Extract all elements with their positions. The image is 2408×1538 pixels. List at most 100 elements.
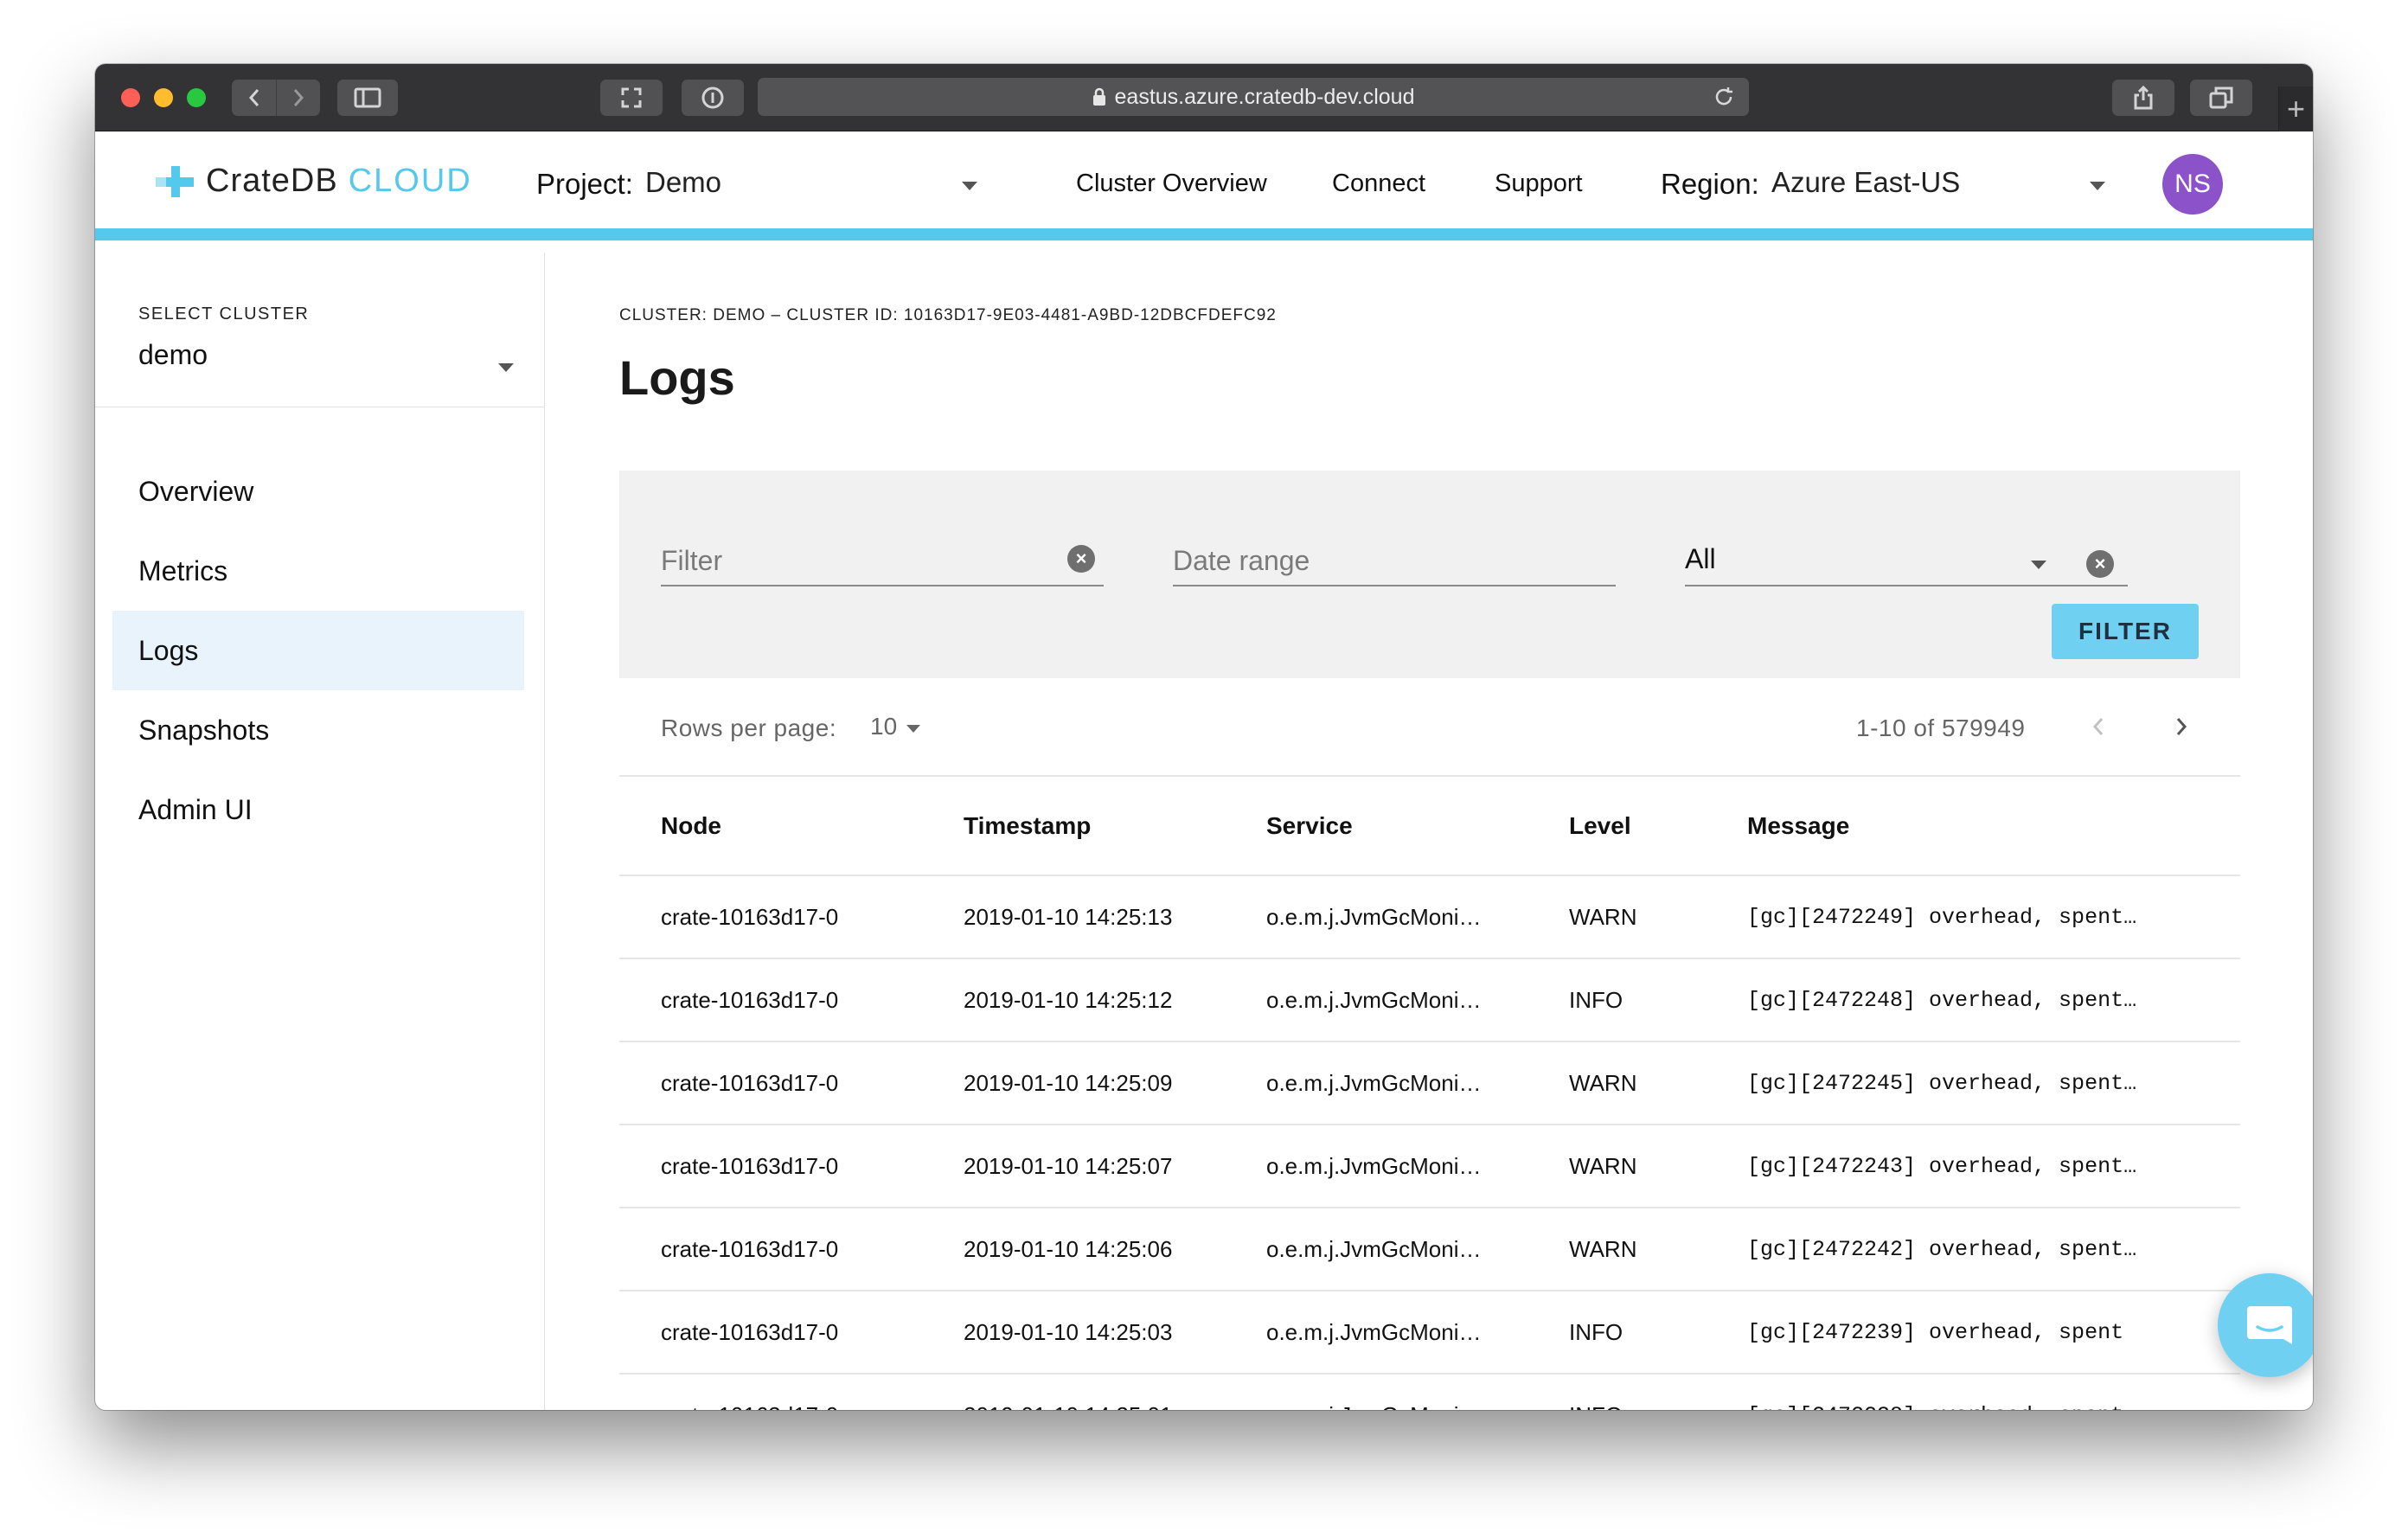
cell-level: WARN xyxy=(1527,875,1744,959)
cell-node: crate-10163d17-0 xyxy=(619,1374,922,1410)
logs-table: Node Timestamp Service Level Message cra… xyxy=(619,777,2240,1410)
app-header: CrateDB CLOUD Project: Demo Cluster Over… xyxy=(95,131,2313,240)
sidebar-item-snapshots[interactable]: Snapshots xyxy=(112,690,524,770)
cell-timestamp: 2019-01-10 14:25:01 xyxy=(922,1374,1225,1410)
forward-button[interactable] xyxy=(276,80,320,116)
close-window-button[interactable] xyxy=(121,88,140,107)
cratedb-logo-icon xyxy=(156,165,194,197)
cell-message: [gc][2472239] overhead, spent xyxy=(1744,1291,2240,1375)
pagination-range: 1-10 of 579949 xyxy=(1856,715,2026,741)
column-header-level[interactable]: Level xyxy=(1527,777,1744,876)
table-row[interactable]: crate-10163d17-0 2019-01-10 14:25:12 o.e… xyxy=(619,958,2240,1042)
previous-page-button[interactable] xyxy=(2081,709,2116,744)
logo-cloud-wordmark: CLOUD xyxy=(348,163,472,199)
project-dropdown-caret-icon[interactable] xyxy=(962,182,977,190)
chat-launcher-button[interactable] xyxy=(2218,1273,2313,1377)
back-button[interactable] xyxy=(232,80,276,116)
cluster-dropdown-caret-icon[interactable] xyxy=(498,363,514,372)
cell-service: o.e.m.j.JvmGcMoni… xyxy=(1225,1041,1527,1125)
cell-service: o.e.m.j.JvmGcMoni… xyxy=(1225,1125,1527,1208)
cell-message: [gc][2472249] overhead, spent… xyxy=(1744,875,2240,959)
table-row[interactable]: crate-10163d17-0 2019-01-10 14:25:01 o.e… xyxy=(619,1374,2240,1410)
date-range-input[interactable]: Date range xyxy=(1173,533,1616,586)
cell-node: crate-10163d17-0 xyxy=(619,875,922,959)
sidebar-item-overview[interactable]: Overview xyxy=(112,452,524,531)
level-dropdown-caret-icon[interactable] xyxy=(2031,561,2046,569)
cluster-select[interactable]: demo xyxy=(138,339,208,371)
column-header-node[interactable]: Node xyxy=(619,777,922,876)
fullscreen-button[interactable] xyxy=(600,80,663,116)
column-header-message[interactable]: Message xyxy=(1744,777,2240,876)
sidebar-toggle-button[interactable] xyxy=(337,80,398,116)
cell-level: WARN xyxy=(1527,1125,1744,1208)
select-cluster-label: SELECT CLUSTER xyxy=(138,304,310,324)
cell-message: [gc][2472238] overhead, spent… xyxy=(1744,1374,2240,1410)
cell-level: WARN xyxy=(1527,1041,1744,1125)
nav-cluster-overview[interactable]: Cluster Overview xyxy=(1076,170,1267,198)
filter-placeholder: Filter xyxy=(661,545,723,576)
clear-level-icon[interactable]: × xyxy=(2086,550,2114,578)
nav-support[interactable]: Support xyxy=(1495,170,1583,198)
clear-filter-icon[interactable]: × xyxy=(1067,545,1095,573)
sidebar-item-admin-ui[interactable]: Admin UI xyxy=(112,770,524,849)
pagination-bar: Rows per page: 10 1-10 of 579949 xyxy=(619,678,2240,777)
table-row[interactable]: crate-10163d17-0 2019-01-10 14:25:03 o.e… xyxy=(619,1291,2240,1375)
filter-panel: Filter × Date range All × FILTER xyxy=(619,471,2240,678)
date-range-placeholder: Date range xyxy=(1173,545,1310,576)
table-row[interactable]: crate-10163d17-0 2019-01-10 14:25:06 o.e… xyxy=(619,1208,2240,1291)
new-tab-plus-icon[interactable]: + xyxy=(2278,87,2313,131)
cell-level: WARN xyxy=(1527,1208,1744,1291)
share-button[interactable] xyxy=(2112,80,2174,116)
cell-node: crate-10163d17-0 xyxy=(619,1041,922,1125)
chat-icon xyxy=(2247,1306,2292,1344)
cell-service: o.e.m.j.JvmGcMoni… xyxy=(1225,875,1527,959)
table-row[interactable]: crate-10163d17-0 2019-01-10 14:25:13 o.e… xyxy=(619,875,2240,959)
cratedb-logo[interactable]: CrateDB CLOUD xyxy=(156,163,472,200)
column-header-timestamp[interactable]: Timestamp xyxy=(922,777,1225,876)
cell-node: crate-10163d17-0 xyxy=(619,1291,922,1375)
chevron-left-icon xyxy=(2092,718,2104,735)
sidebar: SELECT CLUSTER demo Overview Metrics Log… xyxy=(95,253,545,1410)
filter-input[interactable]: Filter × xyxy=(661,533,1104,586)
cell-node: crate-10163d17-0 xyxy=(619,958,922,1042)
password-icon xyxy=(701,87,724,109)
level-select[interactable]: All × xyxy=(1685,533,2128,586)
project-select[interactable]: Demo xyxy=(645,166,721,199)
rows-per-page-select[interactable]: 10 xyxy=(870,713,897,740)
cell-timestamp: 2019-01-10 14:25:09 xyxy=(922,1041,1225,1125)
address-text: eastus.azure.cratedb-dev.cloud xyxy=(1114,84,1415,109)
user-avatar[interactable]: NS xyxy=(2162,154,2223,215)
next-page-button[interactable] xyxy=(2164,709,2199,744)
breadcrumb: CLUSTER: DEMO – CLUSTER ID: 10163D17-9E0… xyxy=(619,306,1277,324)
region-select[interactable]: Azure East-US xyxy=(1771,166,1960,199)
tabs-overview-button[interactable] xyxy=(2190,80,2252,116)
minimize-window-button[interactable] xyxy=(154,88,173,107)
table-row[interactable]: crate-10163d17-0 2019-01-10 14:25:07 o.e… xyxy=(619,1125,2240,1208)
reload-icon[interactable] xyxy=(1713,86,1735,108)
cell-service: o.e.m.j.JvmGcMoni… xyxy=(1225,1374,1527,1410)
nav-connect[interactable]: Connect xyxy=(1332,170,1425,198)
cell-node: crate-10163d17-0 xyxy=(619,1125,922,1208)
sidebar-item-logs[interactable]: Logs xyxy=(112,611,524,690)
table-row[interactable]: crate-10163d17-0 2019-01-10 14:25:09 o.e… xyxy=(619,1041,2240,1125)
sidebar-icon xyxy=(354,87,381,108)
rows-per-page-label: Rows per page: xyxy=(661,715,837,741)
cell-service: o.e.m.j.JvmGcMoni… xyxy=(1225,1291,1527,1375)
filter-button[interactable]: FILTER xyxy=(2052,604,2199,659)
project-label: Project: xyxy=(536,168,633,200)
address-bar[interactable]: eastus.azure.cratedb-dev.cloud xyxy=(758,78,1749,116)
cell-timestamp: 2019-01-10 14:25:03 xyxy=(922,1291,1225,1375)
column-header-service[interactable]: Service xyxy=(1225,777,1527,876)
zoom-window-button[interactable] xyxy=(187,88,206,107)
main-content: CLUSTER: DEMO – CLUSTER ID: 10163D17-9E0… xyxy=(545,253,2313,1410)
cell-timestamp: 2019-01-10 14:25:12 xyxy=(922,958,1225,1042)
browser-window: eastus.azure.cratedb-dev.cloud + CrateDB… xyxy=(95,64,2313,1410)
password-manager-button[interactable] xyxy=(682,80,744,116)
cell-message: [gc][2472242] overhead, spent… xyxy=(1744,1208,2240,1291)
sidebar-item-label: Admin UI xyxy=(138,793,253,825)
share-icon xyxy=(2134,85,2153,110)
sidebar-item-metrics[interactable]: Metrics xyxy=(112,531,524,611)
region-dropdown-caret-icon[interactable] xyxy=(2090,182,2105,190)
lock-icon xyxy=(1092,87,1105,106)
rows-per-page-caret-icon[interactable] xyxy=(906,725,920,733)
